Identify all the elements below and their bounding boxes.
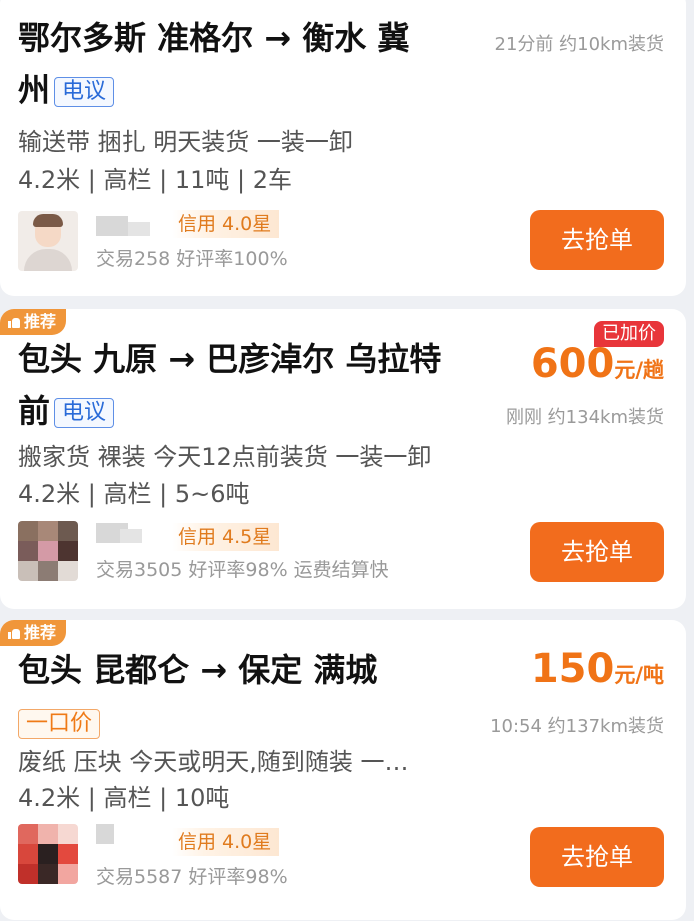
price-unit: 元/趟 xyxy=(614,358,664,382)
shipper-name-blurred xyxy=(120,529,142,543)
price-negotiable-badge: 电议 xyxy=(54,398,115,428)
order-card[interactable]: 推荐 包头 昆都仑 → 保定 满城 一口价 150元/吨 10:54 约137k… xyxy=(0,620,686,920)
credit-rating: 信用 4.0星 xyxy=(172,210,280,238)
recommend-tag-label: 推荐 xyxy=(24,623,57,642)
order-card[interactable]: 鄂尔多斯 准格尔 → 衡水 冀 州电议 21分前 约10km装货 输送带 捆扎 … xyxy=(0,0,686,296)
avatar[interactable] xyxy=(18,824,78,884)
avatar[interactable] xyxy=(18,521,78,581)
trade-stats: 交易5587 好评率98% xyxy=(96,866,288,888)
route-line: 包头 九原 → 巴彦淖尔 乌拉特 xyxy=(18,340,442,378)
route-line: 包头 昆都仑 → 保定 满城 xyxy=(18,651,378,689)
recommend-tag-label: 推荐 xyxy=(24,312,57,331)
thumbs-up-icon xyxy=(8,317,20,328)
shipper-name-blurred xyxy=(96,216,128,236)
grab-order-button[interactable]: 去抢单 xyxy=(530,522,664,582)
cargo-info: 输送带 捆扎 明天装货 一装一卸 xyxy=(18,128,353,156)
grab-order-button[interactable]: 去抢单 xyxy=(530,827,664,887)
price-value: 600 xyxy=(530,341,615,387)
route-title: 鄂尔多斯 准格尔 → 衡水 冀 州电议 xyxy=(18,12,409,116)
route-title: 包头 九原 → 巴彦淖尔 乌拉特 前电议 xyxy=(18,333,441,437)
cargo-info: 废纸 压块 今天或明天,随到随装 一… xyxy=(18,748,409,776)
trade-stats: 交易258 好评率100% xyxy=(96,248,288,270)
price-negotiable-badge: 电议 xyxy=(54,77,115,107)
price-value: 150 xyxy=(530,646,615,692)
route-line: 鄂尔多斯 准格尔 → 衡水 冀 xyxy=(18,19,410,57)
order-card[interactable]: 推荐 包头 九原 → 巴彦淖尔 乌拉特 前电议 已加价 600元/趟 刚刚 约1… xyxy=(0,309,686,609)
truck-info: 4.2米 | 高栏 | 5~6吨 xyxy=(18,480,250,508)
recommend-tag: 推荐 xyxy=(0,620,67,646)
grab-order-button[interactable]: 去抢单 xyxy=(530,210,664,270)
shipper-name-blurred xyxy=(96,824,114,844)
shipper-name-blurred xyxy=(128,222,150,236)
truck-info: 4.2米 | 高栏 | 10吨 xyxy=(18,784,230,812)
price-unit: 元/吨 xyxy=(614,663,664,687)
price: 600元/趟 xyxy=(531,341,664,387)
avatar[interactable] xyxy=(18,211,78,271)
post-time-distance: 10:54 约137km装货 xyxy=(490,716,664,737)
recommend-tag: 推荐 xyxy=(0,309,67,335)
cargo-info: 搬家货 裸装 今天12点前装货 一装一卸 xyxy=(18,443,432,471)
credit-rating: 信用 4.0星 xyxy=(172,828,280,856)
post-time-distance: 21分前 约10km装货 xyxy=(494,34,665,55)
trade-stats: 交易3505 好评率98% 运费结算快 xyxy=(96,559,389,581)
credit-rating: 信用 4.5星 xyxy=(172,523,280,551)
route-line: 前 xyxy=(18,392,51,430)
truck-info: 4.2米 | 高栏 | 11吨 | 2车 xyxy=(18,166,293,194)
fixed-price-badge: 一口价 xyxy=(18,709,101,739)
price: 150元/吨 xyxy=(531,646,664,692)
route-line: 州 xyxy=(18,71,51,109)
route-title: 包头 昆都仑 → 保定 满城 一口价 xyxy=(18,644,377,748)
thumbs-up-icon xyxy=(8,628,20,639)
post-time-distance: 刚刚 约134km装货 xyxy=(505,407,664,428)
